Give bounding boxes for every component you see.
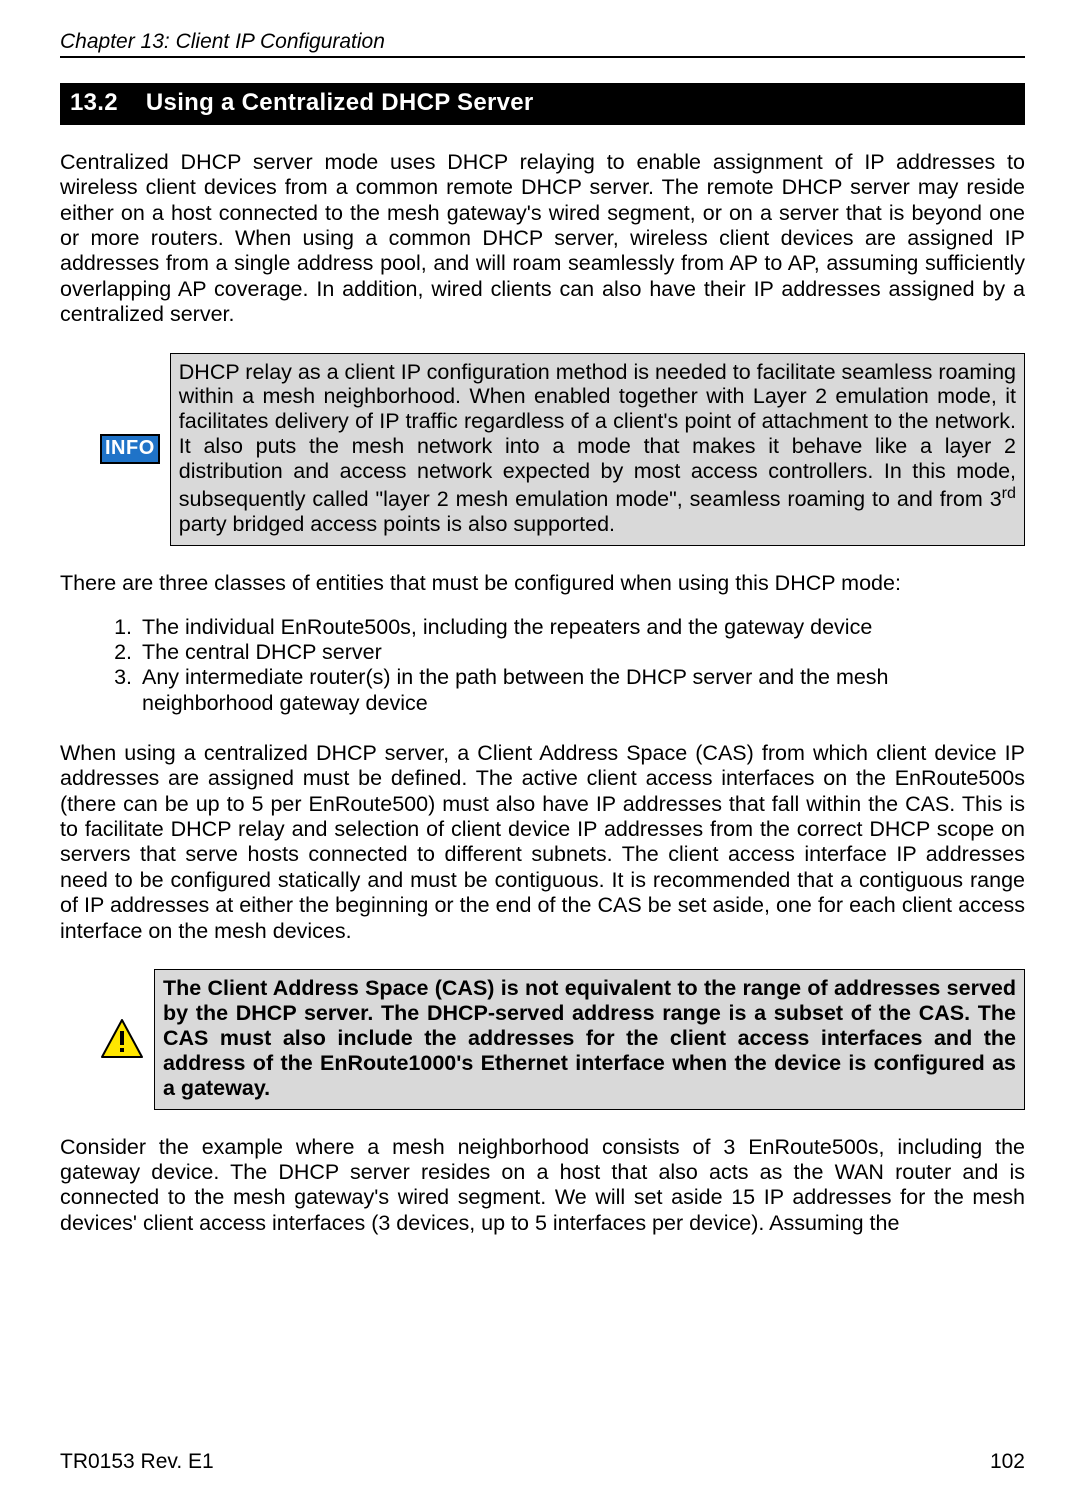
warning-callout: The Client Address Space (CAS) is not eq… [100,969,1025,1110]
section-title: Using a Centralized DHCP Server [146,89,534,116]
footer-doc-rev: TR0153 Rev. E1 [60,1450,214,1474]
paragraph-cas: When using a centralized DHCP server, a … [60,741,1025,944]
page-footer: TR0153 Rev. E1 102 [60,1450,1025,1474]
config-list: The individual EnRoute500s, including th… [60,615,1025,716]
warning-icon [100,1017,144,1061]
info-callout-text: DHCP relay as a client IP configuration … [170,353,1025,547]
info-callout: INFO DHCP relay as a client IP configura… [100,353,1025,547]
paragraph-list-intro: There are three classes of entities that… [60,571,1025,596]
page-header: Chapter 13: Client IP Configuration [60,30,1025,58]
list-item: The central DHCP server [138,640,1025,665]
list-item: Any intermediate router(s) in the path b… [138,665,1025,716]
info-text-sup: rd [1002,484,1016,502]
section-heading: 13.2 Using a Centralized DHCP Server [60,83,1025,125]
info-badge-label: INFO [100,434,160,464]
paragraph-intro: Centralized DHCP server mode uses DHCP r… [60,150,1025,328]
footer-page-number: 102 [990,1450,1025,1474]
list-item: The individual EnRoute500s, including th… [138,615,1025,640]
info-text-pre: DHCP relay as a client IP configuration … [179,360,1016,512]
section-number: 13.2 [70,89,118,117]
paragraph-example: Consider the example where a mesh neighb… [60,1135,1025,1236]
info-icon: INFO [100,434,160,464]
info-text-post: party bridged access points is also supp… [179,512,615,536]
warning-callout-text: The Client Address Space (CAS) is not eq… [154,969,1025,1110]
